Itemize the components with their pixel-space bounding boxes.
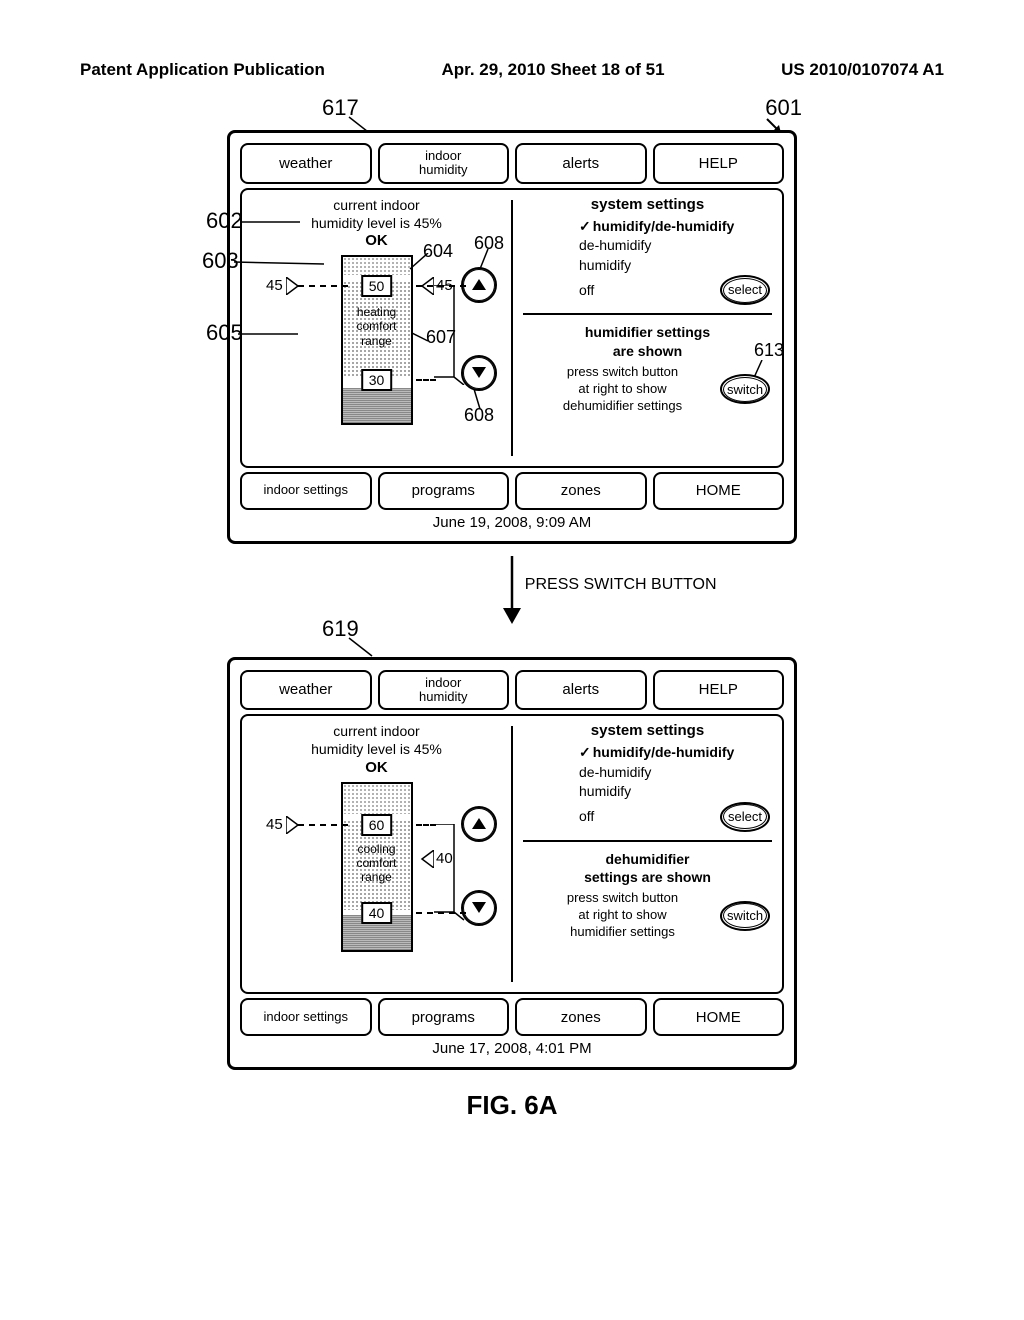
triangle-up-icon [472,818,486,829]
device-screen-617: weather indoor humidity alerts HELP 602 … [227,130,797,544]
left-pane: current indoor humidity level is 45% OK … [242,716,511,992]
humidity-gauge: 50 heating comfort range 30 [341,255,413,425]
switch-button[interactable]: switch [720,901,770,931]
header-center: Apr. 29, 2010 Sheet 18 of 51 [442,60,665,80]
tab-home[interactable]: HOME [653,472,785,510]
decrease-button[interactable] [461,890,497,926]
datetime-label: June 19, 2008, 9:09 AM [240,514,784,531]
ref-617: 617 [322,95,359,121]
status-line-1: current indoor [248,196,505,214]
ref-613: 613 [754,340,784,361]
option-humidify-dehumidify[interactable]: humidify/de-humidify [519,217,776,237]
switch-hint: press switch button at right to show deh… [525,364,720,415]
tab-indoor-settings[interactable]: indoor settings [240,472,372,510]
option-dehumidify[interactable]: de-humidify [519,763,776,783]
increase-button[interactable] [461,267,497,303]
gauge-upper-setpoint[interactable]: 50 [361,275,393,297]
increase-button[interactable] [461,806,497,842]
decrease-button[interactable] [461,355,497,391]
settings-shown-label: humidifier settings are shown [519,323,776,359]
gauge-upper-setpoint[interactable]: 60 [361,814,393,836]
select-button[interactable]: select [720,275,770,305]
tab-weather[interactable]: weather [240,670,372,711]
datetime-label: June 17, 2008, 4:01 PM [240,1040,784,1057]
tab-home[interactable]: HOME [653,998,785,1036]
option-dehumidify[interactable]: de-humidify [519,236,776,256]
option-off[interactable]: off [579,281,594,301]
option-off[interactable]: off [579,807,594,827]
tab-indoor-settings[interactable]: indoor settings [240,998,372,1036]
system-settings-title: system settings [519,722,776,739]
status-ok: OK [248,232,505,249]
header-left: Patent Application Publication [80,60,325,80]
tab-zones[interactable]: zones [515,472,647,510]
tab-indoor-humidity[interactable]: indoor humidity [378,670,510,711]
option-humidify[interactable]: humidify [519,256,776,276]
right-pane: system settings humidify/de-humidify de-… [513,716,782,992]
ref-602: 602 [206,208,243,234]
device-screen-619: weather indoor humidity alerts HELP curr… [227,657,797,1071]
gauge-lower-setpoint[interactable]: 30 [361,369,393,391]
triangle-down-icon [472,902,486,913]
left-pane: 602 603 605 current indoor humidity leve… [242,190,511,466]
switch-hint: press switch button at right to show hum… [525,890,720,941]
tab-programs[interactable]: programs [378,472,510,510]
option-humidify-dehumidify[interactable]: humidify/de-humidify [519,743,776,763]
gauge-range-label: heating comfort range [347,305,407,348]
triangle-up-icon [472,279,486,290]
pointer-left-icon [420,850,434,868]
gauge-left-value: 45 [266,277,283,294]
system-settings-title: system settings [519,196,776,213]
switch-button[interactable]: switch [720,374,770,404]
flow-label: PRESS SWITCH BUTTON [525,576,717,594]
select-button[interactable]: select [720,802,770,832]
settings-shown-label: dehumidifier settings are shown [519,850,776,886]
tab-zones[interactable]: zones [515,998,647,1036]
ref-619: 619 [322,616,962,642]
status-line-1: current indoor [248,722,505,740]
tab-weather[interactable]: weather [240,143,372,184]
tab-alerts[interactable]: alerts [515,670,647,711]
humidity-gauge: 60 cooling comfort range 40 [341,782,413,952]
tab-help[interactable]: HELP [653,143,785,184]
right-pane: system settings humidify/de-humidify de-… [513,190,782,466]
gauge-left-value: 45 [266,816,283,833]
gauge-range-label: cooling comfort range [347,842,407,885]
status-ok: OK [248,759,505,776]
figure-label: FIG. 6A [192,1090,832,1121]
option-humidify[interactable]: humidify [519,782,776,802]
triangle-down-icon [472,367,486,378]
status-line-2: humidity level is 45% [248,740,505,758]
tab-help[interactable]: HELP [653,670,785,711]
tab-programs[interactable]: programs [378,998,510,1036]
gauge-lower-setpoint[interactable]: 40 [361,902,393,924]
header-right: US 2010/0107074 A1 [781,60,944,80]
tab-alerts[interactable]: alerts [515,143,647,184]
tab-indoor-humidity[interactable]: indoor humidity [378,143,510,184]
ref-601: 601 [765,95,802,121]
